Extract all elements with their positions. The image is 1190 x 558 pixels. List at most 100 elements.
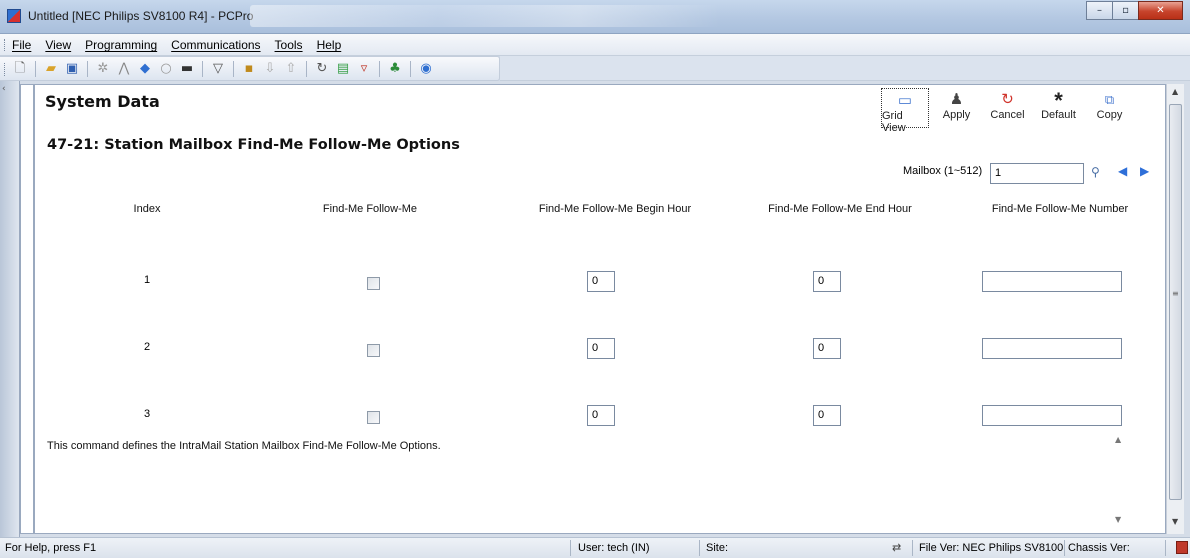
connect-icon[interactable]: ▪ — [241, 61, 257, 77]
scroll-down-icon[interactable]: ▼ — [1172, 517, 1178, 526]
number-input[interactable] — [982, 405, 1122, 426]
alert-icon[interactable] — [1176, 541, 1188, 554]
number-input[interactable] — [982, 338, 1122, 359]
title-bar: Untitled [NEC Philips SV8100 R4] - PCPro… — [0, 0, 1190, 34]
window-title: Untitled [NEC Philips SV8100 R4] - PCPro — [28, 9, 254, 23]
previous-icon[interactable]: ◀ — [1118, 164, 1127, 178]
grid-view-label: Grid View — [882, 110, 906, 134]
close-button[interactable]: ✕ — [1138, 1, 1183, 20]
taskbar-tabs — [250, 5, 720, 27]
filter-icon[interactable]: ▽ — [210, 61, 226, 77]
status-user: User: tech (IN) — [578, 542, 650, 554]
minimize-button[interactable]: – — [1086, 1, 1113, 20]
copy-label: Copy — [1096, 109, 1123, 121]
page-title: 47-21: Station Mailbox Find-Me Follow-Me… — [47, 137, 460, 153]
menu-communications[interactable]: Communications — [171, 38, 260, 52]
connection-icon: ⇄ — [892, 542, 902, 554]
scroll-up-icon[interactable]: ▲ — [1172, 87, 1178, 96]
status-help: For Help, press F1 — [5, 542, 97, 554]
column-header-begin-hour: Find-Me Follow-Me Begin Hour — [538, 203, 692, 215]
copy-icon: ⧉ — [1104, 92, 1115, 107]
end-hour-input[interactable]: 0 — [813, 271, 841, 292]
find-me-checkbox[interactable] — [367, 344, 380, 357]
mailbox-input[interactable]: 1 — [990, 163, 1084, 184]
menu-view[interactable]: View — [45, 38, 71, 52]
toolbar-separator — [379, 60, 380, 77]
window-controls: – ▫ ✕ — [1086, 1, 1183, 20]
description-scrollbar[interactable]: ▲ ▼ — [1113, 429, 1125, 529]
status-divider — [699, 540, 700, 556]
cancel-label: Cancel — [990, 109, 1025, 121]
hierarchy-icon[interactable]: ⋀ — [116, 61, 132, 77]
toolbar-grip — [4, 63, 7, 76]
menu-tools[interactable]: Tools — [275, 38, 303, 52]
hardware-icon[interactable]: ▬ — [179, 61, 195, 77]
certificate-icon[interactable]: ▿ — [356, 61, 372, 77]
menu-grip — [4, 39, 7, 51]
vertical-scrollbar[interactable]: ▲ ≡ ▼ — [1166, 84, 1184, 534]
status-divider — [570, 540, 571, 556]
left-splitter[interactable]: ‹ — [0, 81, 20, 537]
cancel-button[interactable]: ↻ Cancel — [984, 88, 1031, 128]
cancel-icon: ↻ — [1001, 91, 1014, 108]
open-icon[interactable]: ▰ — [43, 61, 59, 77]
end-hour-input[interactable]: 0 — [813, 405, 841, 426]
row-index: 1 — [144, 274, 151, 286]
number-input[interactable] — [982, 271, 1122, 292]
toolbar-background — [500, 56, 1190, 81]
default-button[interactable]: * Default — [1035, 88, 1082, 128]
apply-button[interactable]: ♟ Apply — [933, 88, 980, 128]
begin-hour-input[interactable]: 0 — [587, 405, 615, 426]
scroll-up-icon[interactable]: ▲ — [1115, 435, 1121, 444]
toolbar-separator — [87, 60, 88, 77]
download-icon[interactable]: ⇩ — [262, 61, 278, 77]
toolbar-separator — [202, 60, 203, 77]
default-label: Default — [1041, 109, 1076, 121]
default-icon: * — [1054, 88, 1063, 113]
app-icon — [7, 9, 21, 23]
apply-label: Apply — [942, 109, 971, 121]
users-icon[interactable]: ♣ — [387, 61, 403, 77]
grid-view-icon: ▭ — [897, 92, 913, 109]
find-me-checkbox[interactable] — [367, 411, 380, 424]
menu-programming[interactable]: Programming — [85, 38, 157, 52]
next-icon[interactable]: ▶ — [1140, 164, 1149, 178]
menu-help[interactable]: Help — [317, 38, 342, 52]
column-header-find-me: Find-Me Follow-Me — [322, 203, 418, 215]
end-hour-input[interactable]: 0 — [813, 338, 841, 359]
search-icon[interactable]: ○ — [158, 61, 174, 77]
shield-icon[interactable]: ◆ — [137, 61, 153, 77]
column-header-number: Find-Me Follow-Me Number — [991, 203, 1129, 215]
refresh-icon[interactable]: ↻ — [314, 61, 330, 77]
toolbar: 🗋 ▰ ▣ ✲ ⋀ ◆ ○ ▬ ▽ ▪ ⇩ ⇧ ↻ ▤ ▿ ♣ ◉ — [0, 56, 500, 81]
collapse-icon[interactable]: ‹ — [2, 84, 6, 94]
menu-file[interactable]: File — [12, 38, 31, 52]
document-icon[interactable]: ▤ — [335, 61, 351, 77]
content-panel: System Data 47-21: Station Mailbox Find-… — [34, 84, 1166, 534]
upload-icon[interactable]: ⇧ — [283, 61, 299, 77]
left-pane — [20, 84, 34, 534]
toolbar-separator — [306, 60, 307, 77]
find-me-checkbox[interactable] — [367, 277, 380, 290]
grid-view-button[interactable]: ▭ Grid View — [881, 88, 929, 134]
column-header-index: Index — [133, 203, 161, 215]
begin-hour-input[interactable]: 0 — [587, 271, 615, 292]
begin-hour-input[interactable]: 0 — [587, 338, 615, 359]
scroll-thumb[interactable] — [1169, 104, 1182, 500]
column-header-end-hour: Find-Me Follow-Me End Hour — [768, 203, 912, 215]
toolbar-separator — [410, 60, 411, 77]
search-icon[interactable]: ⚲ — [1091, 165, 1100, 179]
wizard-icon[interactable]: ✲ — [95, 61, 111, 77]
scroll-down-icon[interactable]: ▼ — [1115, 515, 1121, 524]
maximize-button[interactable]: ▫ — [1112, 1, 1139, 20]
new-icon[interactable]: 🗋 — [12, 61, 28, 77]
mailbox-label: Mailbox (1~512) — [903, 165, 983, 177]
menu-bar: File View Programming Communications Too… — [0, 34, 1190, 56]
row-index: 2 — [144, 341, 151, 353]
description-text: This command defines the IntraMail Stati… — [47, 440, 441, 452]
copy-button[interactable]: ⧉ Copy — [1086, 88, 1133, 128]
apply-icon: ♟ — [949, 91, 964, 108]
save-icon[interactable]: ▣ — [64, 61, 80, 77]
row-index: 3 — [144, 408, 151, 420]
help-icon[interactable]: ◉ — [418, 61, 434, 77]
